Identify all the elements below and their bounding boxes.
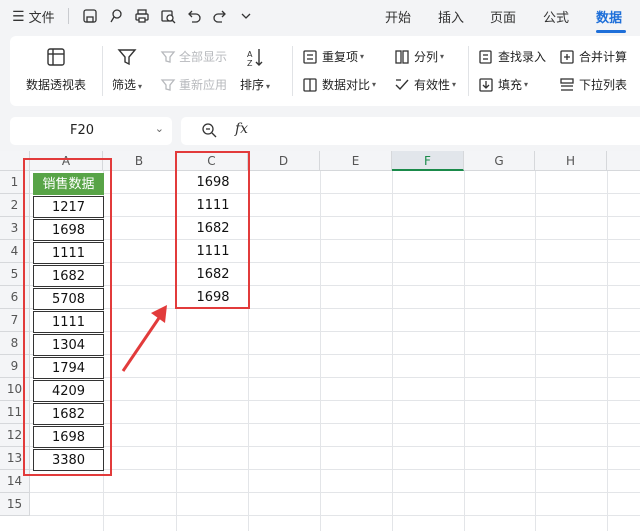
column-header-extra — [607, 151, 640, 171]
gridline — [30, 492, 640, 493]
compare-label: 数据对比 — [322, 78, 371, 92]
compare-icon — [303, 77, 317, 92]
lookup-entry-button[interactable]: 查找录入 — [478, 48, 546, 65]
split-columns-icon — [395, 49, 409, 64]
undo-icon[interactable] — [182, 4, 206, 28]
gridline — [392, 171, 393, 531]
row-header-15[interactable]: 15 — [0, 493, 30, 516]
formula-input[interactable]: fx — [181, 117, 640, 145]
svg-text:A: A — [247, 50, 253, 59]
gridline — [30, 469, 640, 470]
gridline — [464, 171, 465, 531]
active-tab-indicator — [596, 30, 626, 33]
gridline — [30, 239, 640, 240]
duplicates-button[interactable]: 重复项 ▾ — [302, 48, 364, 65]
divider — [292, 46, 293, 96]
fill-button[interactable]: 填充 ▾ — [478, 76, 528, 93]
sort-button[interactable]: AZ 排序 ▾ — [240, 46, 270, 93]
gridline — [535, 171, 536, 531]
file-menu[interactable]: ☰ 文件 — [12, 7, 55, 27]
spreadsheet-grid[interactable]: A B C D E F G H 1 2 3 4 5 6 7 8 9 10 11 12 13 14 15 销售… — [0, 151, 640, 531]
validity-icon — [395, 78, 409, 90]
column-header-e[interactable]: E — [320, 151, 392, 171]
gridline — [30, 515, 640, 516]
column-header-b[interactable]: B — [103, 151, 176, 171]
filter-icon — [117, 49, 137, 66]
validity-button[interactable]: 有效性 ▾ — [394, 76, 456, 93]
lookup-entry-icon — [479, 49, 492, 64]
sort-label: 排序 — [240, 78, 265, 92]
fill-label: 填充 — [498, 78, 523, 92]
file-menu-label: 文件 — [28, 11, 55, 26]
tab-home[interactable]: 开始 — [385, 7, 411, 26]
gridline — [30, 446, 640, 447]
split-columns-label: 分列 — [414, 50, 439, 64]
consolidate-label: 合并计算 — [579, 50, 628, 64]
pivot-table-icon — [47, 48, 65, 66]
ribbon-toolbar: 数据透视表 筛选 ▾ 全部显示 重新应用 AZ 排序 ▾ 重复项 ▾ 数据对比 ▾ — [10, 36, 640, 106]
reapply-button[interactable]: 重新应用 — [160, 76, 227, 93]
highlight-box-column-c — [175, 151, 250, 309]
show-all-label: 全部显示 — [179, 50, 228, 64]
show-all-icon — [160, 50, 176, 63]
divider — [68, 8, 69, 24]
gridline — [30, 423, 640, 424]
validity-label: 有效性 — [414, 78, 451, 92]
gridline — [30, 262, 640, 263]
name-box[interactable]: F20 ⌄ — [10, 117, 172, 145]
arrow-icon — [121, 305, 167, 372]
consolidate-icon — [560, 49, 574, 64]
gridline — [320, 171, 321, 531]
highlight-box-column-a — [23, 158, 112, 476]
print-icon[interactable] — [130, 4, 154, 28]
compare-button[interactable]: 数据对比 ▾ — [302, 76, 376, 93]
column-header-d[interactable]: D — [248, 151, 320, 171]
divider — [468, 46, 469, 96]
consolidate-button[interactable]: 合并计算 — [559, 48, 627, 65]
gridline — [30, 285, 640, 286]
split-columns-button[interactable]: 分列 ▾ — [394, 48, 444, 65]
column-header-g[interactable]: G — [464, 151, 535, 171]
chevron-down-icon[interactable]: ⌄ — [155, 122, 164, 135]
dropdown-list-label: 下拉列表 — [579, 78, 628, 92]
filter-label: 筛选 — [112, 78, 137, 92]
export-icon[interactable] — [104, 4, 128, 28]
fill-icon — [479, 77, 493, 92]
sort-icon: AZ — [247, 49, 263, 68]
spreadsheet-app: ☰ 文件 开始 插入 页面 公式 数据 数据透视表 筛选 ▾ 全部显示 重新应用… — [0, 0, 640, 531]
hamburger-icon: ☰ — [12, 8, 25, 25]
filter-button[interactable]: 筛选 ▾ — [112, 46, 142, 93]
tab-insert[interactable]: 插入 — [438, 7, 464, 26]
divider — [102, 46, 103, 96]
duplicates-label: 重复项 — [322, 50, 359, 64]
show-all-button[interactable]: 全部显示 — [160, 48, 227, 65]
gridline — [30, 400, 640, 401]
chevron-down-icon[interactable] — [234, 4, 258, 28]
gridline — [30, 193, 640, 194]
reapply-label: 重新应用 — [179, 78, 228, 92]
save-icon[interactable] — [78, 4, 102, 28]
tab-data[interactable]: 数据 — [596, 7, 622, 26]
name-box-value: F20 — [70, 123, 95, 138]
fx-icon[interactable]: fx — [235, 121, 248, 137]
column-header-h[interactable]: H — [535, 151, 607, 171]
print-preview-icon[interactable] — [156, 4, 180, 28]
reapply-icon — [160, 78, 176, 91]
duplicates-icon — [303, 49, 317, 64]
tab-formula[interactable]: 公式 — [543, 7, 569, 26]
lookup-entry-label: 查找录入 — [498, 50, 547, 64]
menu-bar: ☰ 文件 开始 插入 页面 公式 数据 — [0, 0, 640, 33]
svg-text:Z: Z — [247, 59, 253, 68]
tab-page[interactable]: 页面 — [490, 7, 516, 26]
dropdown-list-button[interactable]: 下拉列表 — [559, 76, 627, 93]
gridline — [607, 171, 608, 531]
gridline — [30, 216, 640, 217]
column-header-f[interactable]: F — [392, 151, 464, 171]
dropdown-list-icon — [560, 77, 574, 91]
pivot-table-label: 数据透视表 — [26, 78, 87, 92]
redo-icon[interactable] — [208, 4, 232, 28]
pivot-table-button[interactable]: 数据透视表 — [26, 46, 86, 93]
zoom-icon[interactable] — [201, 122, 217, 142]
